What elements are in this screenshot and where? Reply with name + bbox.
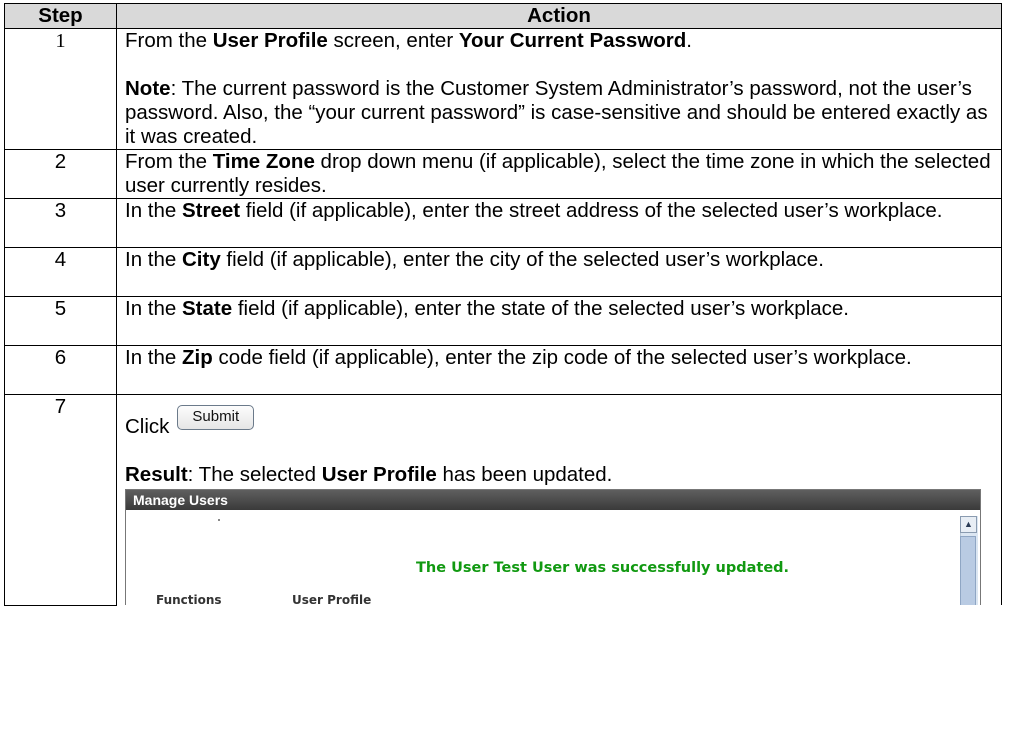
text-run: code field (if applicable), enter the zi…	[212, 346, 912, 369]
text-run: .	[686, 29, 692, 52]
header-step: Step	[4, 3, 117, 29]
step-action: In the City field (if applicable), enter…	[116, 247, 1002, 297]
step-number: 3	[4, 198, 117, 248]
scroll-up-icon[interactable]: ▲	[960, 516, 977, 533]
scrollbar-thumb[interactable]	[960, 536, 976, 605]
table-row: 4 In the City field (if applicable), ent…	[4, 247, 1002, 297]
header-row: Step Action	[4, 3, 1002, 29]
bold-term: Zip	[182, 346, 213, 369]
click-text: Click	[125, 415, 170, 438]
bold-term: Street	[182, 199, 241, 222]
result-label: Result	[125, 463, 188, 486]
bold-term: Time Zone	[212, 150, 315, 173]
bold-term: User Profile	[212, 29, 328, 52]
step-action: In the Zip code field (if applicable), e…	[116, 345, 1002, 395]
text-run: has been updated.	[436, 463, 613, 486]
step-action: From the User Profile screen, enter Your…	[116, 28, 1002, 150]
text-run: field (if applicable), enter the state o…	[232, 297, 849, 320]
text-run: In the	[125, 297, 182, 320]
header-action: Action	[116, 3, 1002, 29]
step-action: In the State field (if applicable), ente…	[116, 296, 1002, 346]
step-number: 4	[4, 247, 117, 297]
user-profile-label: User Profile	[292, 593, 372, 605]
step-7-result: Result: The selected User Profile has be…	[125, 463, 993, 487]
text-run: screen, enter	[327, 29, 459, 52]
submit-button[interactable]: Submit	[177, 405, 255, 430]
procedure-table: Step Action 1 From the User Profile scre…	[4, 3, 1002, 606]
step-1-text: From the User Profile screen, enter Your…	[125, 29, 993, 53]
text-run: From the	[125, 29, 213, 52]
decorative-dot	[218, 519, 220, 521]
text-run: From the	[125, 150, 213, 173]
window-title: Manage Users	[126, 490, 980, 510]
text-run: : The selected	[187, 463, 322, 486]
bold-term: Your Current Password	[458, 29, 687, 52]
note-label: Note	[125, 77, 171, 100]
bold-term: User Profile	[321, 463, 437, 486]
text-run: In the	[125, 199, 182, 222]
table-row: 3 In the Street field (if applicable), e…	[4, 198, 1002, 248]
table-row: 2 From the Time Zone drop down menu (if …	[4, 149, 1002, 199]
step-number: 7	[4, 394, 117, 606]
step-action: From the Time Zone drop down menu (if ap…	[116, 149, 1002, 199]
step-7-click: Click Submit	[125, 405, 993, 439]
text-run: field (if applicable), enter the city of…	[220, 248, 824, 271]
step-action: In the Street field (if applicable), ent…	[116, 198, 1002, 248]
step-action: Click Submit Result: The selected User Pr…	[116, 394, 1002, 605]
functions-label: Functions	[156, 593, 222, 605]
note-text: : The current password is the Customer S…	[125, 77, 988, 148]
step-number: 5	[4, 296, 117, 346]
step-number: 6	[4, 345, 117, 395]
bold-term: State	[182, 297, 233, 320]
success-message: The User Test User was successfully upda…	[416, 560, 790, 576]
manage-users-screenshot: Manage Users ▲ The User Test User was su…	[125, 489, 981, 605]
table-row: 6 In the Zip code field (if applicable),…	[4, 345, 1002, 395]
text-run: field (if applicable), enter the street …	[240, 199, 943, 222]
step-number: 2	[4, 149, 117, 199]
text-run: In the	[125, 346, 182, 369]
table-row: 5 In the State field (if applicable), en…	[4, 296, 1002, 346]
table-row: 7 Click Submit Result: The selected User …	[4, 394, 1002, 606]
text-run: In the	[125, 248, 182, 271]
bold-term: City	[182, 248, 221, 271]
step-number: 1	[4, 28, 117, 150]
step-1-note: Note: The current password is the Custom…	[125, 77, 993, 149]
table-row: 1 From the User Profile screen, enter Yo…	[4, 28, 1002, 150]
